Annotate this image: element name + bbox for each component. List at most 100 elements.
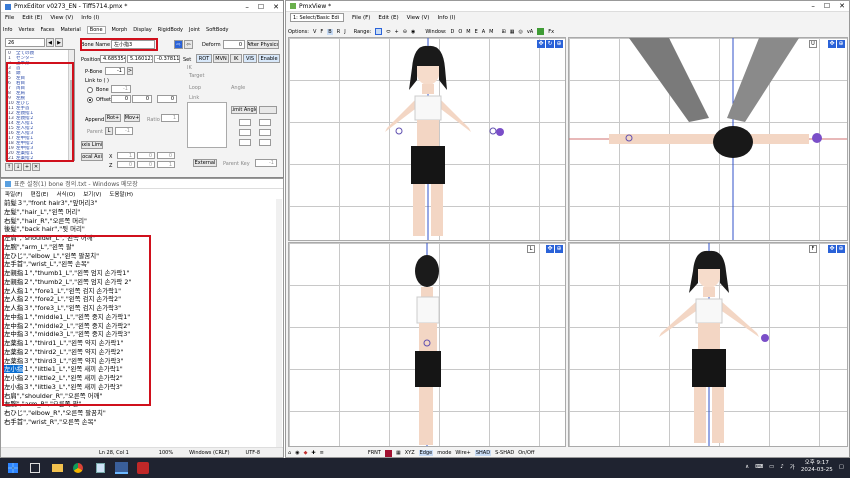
nav-bone-icon[interactable]: ✚ [311,450,315,456]
local-z1[interactable]: 0 [117,161,135,168]
opt-r[interactable]: R [337,29,340,35]
np-menu-file[interactable]: 파일(F) [5,190,23,198]
win-o[interactable]: O [458,29,462,35]
pv-maximize-icon[interactable]: ☐ [824,2,830,10]
nav-extra-icon[interactable]: ≡ [320,450,324,456]
fx-icon[interactable] [537,28,545,35]
mvn-toggle[interactable]: MVN [213,54,229,63]
vp-front-controls[interactable]: ✥ ⊕ [828,245,845,253]
notification-icon[interactable]: ▢ [839,464,844,470]
bb-mode[interactable]: mode [437,450,451,456]
ik-field-4[interactable] [259,119,271,126]
pbone-input[interactable]: -1 [105,67,125,75]
chrome-icon[interactable] [73,463,83,473]
ik-field-1[interactable] [239,119,251,126]
pv-menu-info[interactable]: Info (I) [437,15,455,21]
bone-radio[interactable] [87,87,93,93]
vp-move-icon[interactable]: ✥ [537,40,545,48]
ik-field-5[interactable] [259,129,271,136]
nav-home-icon[interactable]: ⌂ [288,450,291,456]
viewport-top[interactable]: U ✥ ⊕ [568,37,848,241]
offset-z-input[interactable]: 0 [157,95,177,103]
tab-morph[interactable]: Morph [112,27,128,33]
minimize-icon[interactable]: – [245,3,249,11]
link-bone-input[interactable]: -1 [111,85,131,93]
np-menu-help[interactable]: 도움말(H) [109,190,133,198]
vp-top-zoom-icon[interactable]: ⊕ [837,40,845,48]
vp-left-move-icon[interactable]: ✥ [546,245,554,253]
search-next-button[interactable]: ▶ [55,38,63,47]
bb-color-swatch[interactable] [384,449,392,457]
tray-ime[interactable]: 가 [790,463,795,471]
offset-y-input[interactable]: 0 [132,95,152,103]
grid4-icon[interactable]: ⊞ [502,29,506,35]
nav-color-icon[interactable]: ◆ [304,450,308,456]
tab-material[interactable]: Material [60,27,80,33]
vp-front-zoom-icon[interactable]: ⊕ [837,245,845,253]
bb-edge[interactable]: Edge [418,450,434,456]
parent-input[interactable]: -1 [115,127,133,135]
pv-menu-edit[interactable]: Edit (E) [378,15,398,21]
menu-edit[interactable]: Edit (E) [22,15,42,21]
local-z2[interactable]: 0 [137,161,155,168]
vp-top-letter[interactable]: U [809,40,817,48]
range-lasso-icon[interactable]: ⬭ [386,29,390,35]
bone-add-button[interactable]: + [23,163,31,171]
tab-display[interactable]: Display [133,27,151,33]
range-box-icon[interactable] [375,28,383,35]
pbone-pick-button[interactable]: > [127,67,133,75]
bb-sshad[interactable]: S-SHAD [495,450,514,456]
menu-view[interactable]: View (V) [50,15,73,21]
pos-x-input[interactable]: 4.685354 [100,55,126,63]
ratio-input[interactable]: 1 [161,114,179,122]
vp-left-controls[interactable]: ✥ ⊕ [546,245,563,253]
win-a[interactable]: A [482,29,485,35]
vp-zoom-icon[interactable]: ⊕ [555,40,563,48]
tab-rigidbody[interactable]: RigidBody [158,27,183,33]
bb-xyz[interactable]: XYZ [405,450,415,456]
opt-j[interactable]: J [344,29,345,35]
pmxeditor-task-icon[interactable] [115,462,128,474]
viewport-left[interactable]: L ✥ ⊕ [288,242,566,447]
tray-network-icon[interactable]: ▭ [769,464,774,470]
bb-onoff[interactable]: On/Off [518,450,534,456]
limit-angle-button[interactable]: Limit Angle [231,106,257,114]
close-icon[interactable]: ✕ [273,3,279,11]
after-physics-button[interactable]: After Physics [247,40,279,49]
local-axis-button[interactable]: Local Axis [81,153,103,161]
start-icon[interactable] [8,463,18,473]
opt-f[interactable]: F [320,29,323,35]
viewport-front[interactable]: F ✥ ⊕ [568,242,848,447]
vp-rotate-icon[interactable]: ↻ [546,40,554,48]
offset-x-input[interactable]: 0 [111,95,131,103]
tab-info[interactable]: Info [3,27,12,33]
bb-wire[interactable]: Wire+ [455,450,470,456]
offset-radio[interactable] [87,97,93,103]
external-button[interactable]: External [193,159,217,167]
notepad-task-icon[interactable] [96,463,105,473]
range-plus-icon[interactable]: + [395,29,399,35]
pv-menu-file[interactable]: File (F) [352,15,370,21]
bb-front[interactable]: FRNT [368,450,381,456]
pmxview-task-icon[interactable] [137,462,149,474]
mov-plus-button[interactable]: Mov+ [124,114,140,122]
bone-down-button[interactable]: ↓ [14,163,22,171]
globe-icon[interactable]: ◎ [518,29,522,35]
viewport-front-perspective[interactable]: ✥ ↻ ⊕ [288,37,566,241]
opt-b[interactable]: B [327,28,333,35]
vp-top-controls[interactable]: ✥ ⊕ [828,40,845,48]
pv-minimize-icon[interactable]: – [811,2,815,10]
np-menu-view[interactable]: 보기(V) [83,190,101,198]
file-explorer-icon[interactable] [52,464,63,472]
ik-link-list[interactable] [187,102,227,148]
local-x2[interactable]: 0 [137,152,155,159]
win-m[interactable]: M [466,29,470,35]
local-x1[interactable]: 1 [117,152,135,159]
limit-angle-toggle[interactable] [259,106,277,114]
tab-bone[interactable]: Bone [86,26,106,34]
vp-controls-top-right[interactable]: ✥ ↻ ⊕ [537,40,563,48]
tab-softbody[interactable]: SoftBody [206,27,229,33]
ik-field-2[interactable] [239,129,251,136]
tab-vertex[interactable]: Vertex [18,27,34,33]
tray-chevron-icon[interactable]: ∧ [745,464,749,470]
